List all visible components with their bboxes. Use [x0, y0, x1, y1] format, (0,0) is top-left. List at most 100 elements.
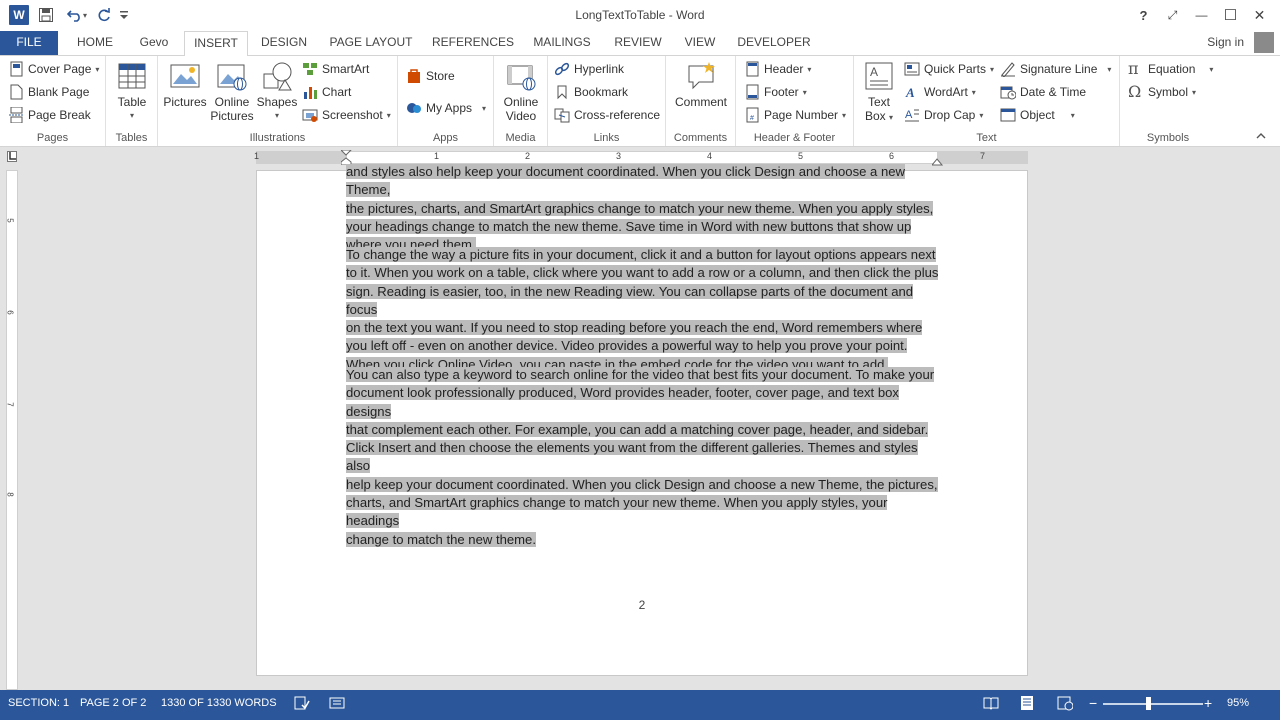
paragraph-1[interactable]: To change the way a picture fits in your… — [346, 246, 940, 374]
text-line[interactable]: and styles also help keep your document … — [346, 164, 905, 198]
macro-recording-icon[interactable] — [329, 695, 345, 714]
tab-review[interactable]: REVIEW — [608, 31, 668, 55]
vertical-ruler[interactable]: 5 6 7 8 — [6, 170, 18, 690]
zoom-level[interactable]: 95% — [1227, 697, 1249, 709]
footer-button[interactable]: Footer ▾ — [744, 82, 807, 102]
text-line[interactable]: To change the way a picture fits in your… — [346, 247, 936, 262]
pictures-button[interactable]: Pictures — [162, 60, 208, 109]
store-button[interactable]: Store — [406, 66, 455, 86]
close-icon[interactable]: ✕ — [1245, 4, 1274, 26]
zoom-in-button[interactable]: + — [1204, 695, 1212, 711]
text-line[interactable]: sign. Reading is easier, too, in the new… — [346, 283, 914, 317]
ribbon-display-options-icon[interactable]: ⤢ — [1158, 4, 1187, 26]
equation-button[interactable]: π Equation ▾ — [1128, 59, 1213, 79]
paragraph-0[interactable]: and styles also help keep your document … — [346, 163, 940, 254]
zoom-slider-track[interactable] — [1103, 703, 1203, 705]
chart-button[interactable]: Chart — [302, 82, 351, 102]
left-margin-area — [257, 152, 347, 163]
screenshot-button[interactable]: Screenshot ▾ — [302, 105, 391, 125]
sign-in-link[interactable]: Sign in — [1207, 35, 1244, 49]
text-line[interactable]: charts, and SmartArt graphics change to … — [346, 495, 888, 529]
smartart-button[interactable]: SmartArt — [302, 59, 369, 79]
page-break-icon — [8, 106, 24, 124]
wordart-button[interactable]: A WordArt ▾ — [904, 82, 976, 102]
text-line[interactable]: Click Insert and then choose the element… — [346, 440, 918, 474]
signature-line-button[interactable]: Signature Line ▾ — [1000, 59, 1111, 79]
page-number: 2 — [638, 598, 646, 612]
drop-cap-button[interactable]: A Drop Cap ▾ — [904, 105, 983, 125]
text-line[interactable]: change to match the new theme. — [346, 531, 536, 547]
maximize-icon[interactable]: ☐ — [1216, 4, 1245, 26]
chevron-down-icon: ▾ — [386, 110, 391, 120]
online-pictures-button[interactable]: Online Pictures — [210, 60, 254, 123]
status-bar: SECTION: 1 PAGE 2 OF 2 1330 OF 1330 WORD… — [0, 690, 1280, 720]
online-video-button[interactable]: Online Video — [500, 60, 542, 123]
pictures-icon — [169, 60, 201, 92]
print-layout-icon[interactable] — [1019, 695, 1035, 714]
minimize-icon[interactable]: — — [1187, 4, 1216, 26]
word-count[interactable]: 1330 OF 1330 WORDS — [161, 697, 277, 709]
tab-view[interactable]: VIEW — [676, 31, 724, 55]
header-button[interactable]: Header ▾ — [744, 59, 811, 79]
group-apps: Store My Apps ▾ Apps — [398, 56, 494, 146]
tab-design[interactable]: DESIGN — [254, 31, 314, 55]
document-page[interactable]: and styles also help keep your document … — [256, 164, 1028, 676]
help-icon[interactable]: ? — [1129, 4, 1158, 26]
tab-home[interactable]: HOME — [66, 31, 124, 55]
object-button[interactable]: Object ▾ — [1000, 105, 1075, 125]
text-line[interactable]: your headings change to match the new th… — [346, 218, 912, 234]
text-line[interactable]: help keep your document coordinated. Whe… — [346, 476, 938, 492]
page-number-button[interactable]: # Page Number ▾ — [744, 105, 846, 125]
text-line[interactable]: document look professionally produced, W… — [346, 385, 899, 419]
tab-insert[interactable]: INSERT — [184, 31, 248, 56]
svg-text:#: # — [750, 115, 754, 122]
date-time-button[interactable]: Date & Time — [1000, 82, 1086, 102]
shapes-button[interactable]: Shapes ▾ — [256, 60, 298, 123]
tab-gevo[interactable]: Gevo — [130, 31, 178, 55]
proofing-icon[interactable] — [294, 695, 310, 714]
collapse-ribbon-icon[interactable] — [1256, 130, 1266, 142]
hyperlink-button[interactable]: Hyperlink — [554, 59, 624, 79]
smartart-icon — [302, 61, 318, 77]
vertical-scrollbar[interactable] — [1263, 148, 1280, 689]
group-links: Hyperlink Bookmark Cross-reference Links — [548, 56, 666, 146]
paragraph-2[interactable]: You can also type a keyword to search on… — [346, 366, 940, 549]
blank-page-button[interactable]: Blank Page — [8, 82, 89, 102]
shapes-icon — [261, 60, 293, 92]
ruler-number: 2 — [525, 151, 531, 161]
my-apps-button[interactable]: My Apps ▾ — [406, 98, 486, 118]
cross-reference-button[interactable]: Cross-reference — [554, 105, 660, 125]
text-line[interactable]: the pictures, charts, and SmartArt graph… — [346, 200, 934, 216]
section-indicator[interactable]: SECTION: 1 — [8, 697, 69, 709]
online-pictures-icon — [216, 60, 248, 92]
chart-icon — [302, 84, 318, 100]
page-break-button[interactable]: Page Break — [8, 105, 91, 125]
text-line[interactable]: that complement each other. For example,… — [346, 421, 929, 437]
tab-selector[interactable] — [0, 148, 24, 166]
text-line[interactable]: You can also type a keyword to search on… — [346, 367, 935, 382]
page-indicator[interactable]: PAGE 2 OF 2 — [80, 697, 146, 709]
tab-page-layout[interactable]: PAGE LAYOUT — [322, 31, 420, 55]
text-line[interactable]: on the text you want. If you need to sto… — [346, 320, 923, 336]
avatar[interactable] — [1254, 32, 1274, 53]
web-layout-icon[interactable] — [1057, 695, 1074, 714]
symbol-button[interactable]: Ω Symbol ▾ — [1128, 82, 1196, 102]
table-button[interactable]: Table ▾ — [112, 60, 152, 123]
store-icon — [406, 68, 422, 84]
text-line[interactable]: to it. When you work on a table, click w… — [346, 265, 939, 281]
tab-references[interactable]: REFERENCES — [428, 31, 518, 55]
cover-page-button[interactable]: Cover Page ▾ — [8, 59, 99, 79]
date-time-icon — [1000, 84, 1017, 100]
zoom-out-button[interactable]: − — [1089, 695, 1097, 711]
tab-file[interactable]: FILE — [0, 31, 58, 55]
tab-developer[interactable]: DEVELOPER — [732, 31, 816, 55]
comment-button[interactable]: Comment — [672, 60, 730, 109]
zoom-slider-thumb[interactable] — [1146, 697, 1151, 710]
read-mode-icon[interactable] — [983, 695, 999, 714]
tab-mailings[interactable]: MAILINGS — [526, 31, 598, 55]
quick-parts-button[interactable]: Quick Parts ▾ — [904, 59, 994, 79]
text-box-button[interactable]: A Text Box ▾ — [860, 60, 898, 125]
text-line[interactable]: you left off - even on another device. V… — [346, 338, 908, 354]
ruler-number: 4 — [707, 151, 713, 161]
bookmark-button[interactable]: Bookmark — [554, 82, 628, 102]
